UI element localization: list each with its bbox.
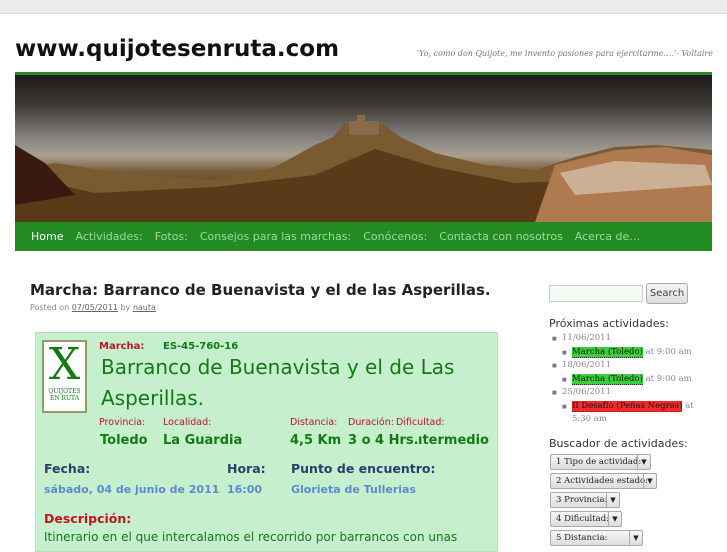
localidad-value: La Guardia (163, 433, 243, 448)
site-title[interactable]: www.quijotesenruta.com (15, 36, 339, 62)
descripcion-label: Descripción: (44, 511, 132, 526)
localidad-label: Localidad: (163, 417, 212, 428)
chevron-down-icon: ▼ (606, 493, 619, 507)
fecha-value: sábado, 04 de junio de 2011 (44, 483, 220, 496)
post-meta: Posted on 07/05/2011 by nauta (30, 303, 156, 312)
post-date-link[interactable]: 07/05/2011 (72, 303, 118, 312)
events-list: 11/06/2011 Marcha (Toledo) at 9:00 am 18… (552, 332, 722, 427)
event-link[interactable]: II Desafío (Peñas Negras) (572, 400, 683, 412)
nav-acerca[interactable]: Acerca de… (575, 230, 640, 243)
event-date: 11/06/2011 (552, 332, 722, 346)
chevron-down-icon: ▼ (643, 474, 656, 488)
event-item: Marcha (Toledo) at 9:00 am (552, 346, 722, 359)
event-date: 18/06/2011 (552, 359, 722, 373)
marcha-code: ES-45-760-16 (163, 341, 239, 352)
hora-label: Hora: (227, 461, 266, 476)
event-date: 25/06/2011 (552, 386, 722, 400)
chevron-down-icon: ▼ (629, 531, 642, 545)
event-time: at 9:00 am (645, 346, 692, 357)
nav-actividades[interactable]: Actividades: (75, 230, 142, 243)
buscador-title: Buscador de actividades: (549, 437, 688, 450)
chevron-down-icon: ▼ (637, 455, 650, 469)
descripcion-text: Itinerario en el que intercalamos el rec… (44, 530, 458, 544)
marcha-name-line1: Barranco de Buenavista y el de Las (101, 355, 455, 379)
distancia-value: 4,5 Km (290, 433, 342, 448)
marcha-name-line2: Asperillas. (101, 386, 205, 410)
nav-home[interactable]: Home (31, 230, 63, 243)
event-time: at 9:00 am (645, 373, 692, 384)
event-link[interactable]: Marcha (Toledo) (572, 346, 643, 358)
top-bar (0, 0, 727, 14)
proximas-title: Próximas actividades: (549, 317, 669, 330)
filter-estado-select[interactable]: 2 Actividades estado: ▼ (550, 473, 657, 489)
quijotes-logo: X QUIJOTES EN RUTA (42, 340, 87, 413)
nav-contacta[interactable]: Contacta con nosotros (439, 230, 563, 243)
duracion-label: Duración: (348, 417, 394, 428)
search-input[interactable] (549, 285, 643, 302)
activity-card: X QUIJOTES EN RUTA Marcha: ES-45-760-16 Ba… (35, 332, 498, 552)
filter-distancia-select[interactable]: 5 Distancia: ▼ (550, 530, 643, 546)
post-title[interactable]: Marcha: Barranco de Buenavista y el de l… (30, 281, 491, 299)
punto-value: Glorieta de Tullerias (291, 483, 416, 496)
event-item: II Desafío (Peñas Negras) at 5:30 am (552, 400, 702, 427)
nav-conocenos[interactable]: Conócenos: (363, 230, 427, 243)
nav-fotos[interactable]: Fotos: (155, 230, 188, 243)
provincia-label: Provincia: (99, 417, 146, 428)
search-button[interactable]: Search (646, 283, 688, 304)
site-tagline: 'Yo, como don Quijote, me invento pasion… (416, 49, 713, 58)
by-label: by (120, 303, 131, 312)
fecha-label: Fecha: (44, 461, 91, 476)
author-link[interactable]: nauta (133, 303, 156, 312)
duracion-value: 3 o 4 Hrs. (348, 433, 419, 448)
posted-on-label: Posted on (30, 303, 70, 312)
distancia-label: Distancia: (290, 417, 338, 428)
dificultad-value: ıtermedio (418, 433, 489, 448)
punto-label: Punto de encuentro: (291, 461, 436, 476)
hora-value: 16:00 (227, 483, 263, 496)
main-nav: Home Actividades: Fotos: Consejos para l… (15, 222, 712, 251)
event-item: Marcha (Toledo) at 9:00 am (552, 373, 722, 386)
header-image (15, 75, 712, 222)
event-link[interactable]: Marcha (Toledo) (572, 373, 643, 385)
nav-consejos[interactable]: Consejos para las marchas: (200, 230, 351, 243)
marcha-label: Marcha: (99, 341, 145, 352)
chevron-down-icon: ▼ (608, 512, 621, 526)
filter-provincia-select[interactable]: 3 Provincia: ▼ (550, 492, 620, 508)
provincia-value: Toledo (100, 433, 148, 448)
dificultad-label: Dificultad: (394, 417, 445, 428)
filter-dificultad-select[interactable]: 4 Dificultad: ▼ (550, 511, 622, 527)
filter-tipo-select[interactable]: 1 Tipo de actividad: ▼ (550, 454, 651, 470)
